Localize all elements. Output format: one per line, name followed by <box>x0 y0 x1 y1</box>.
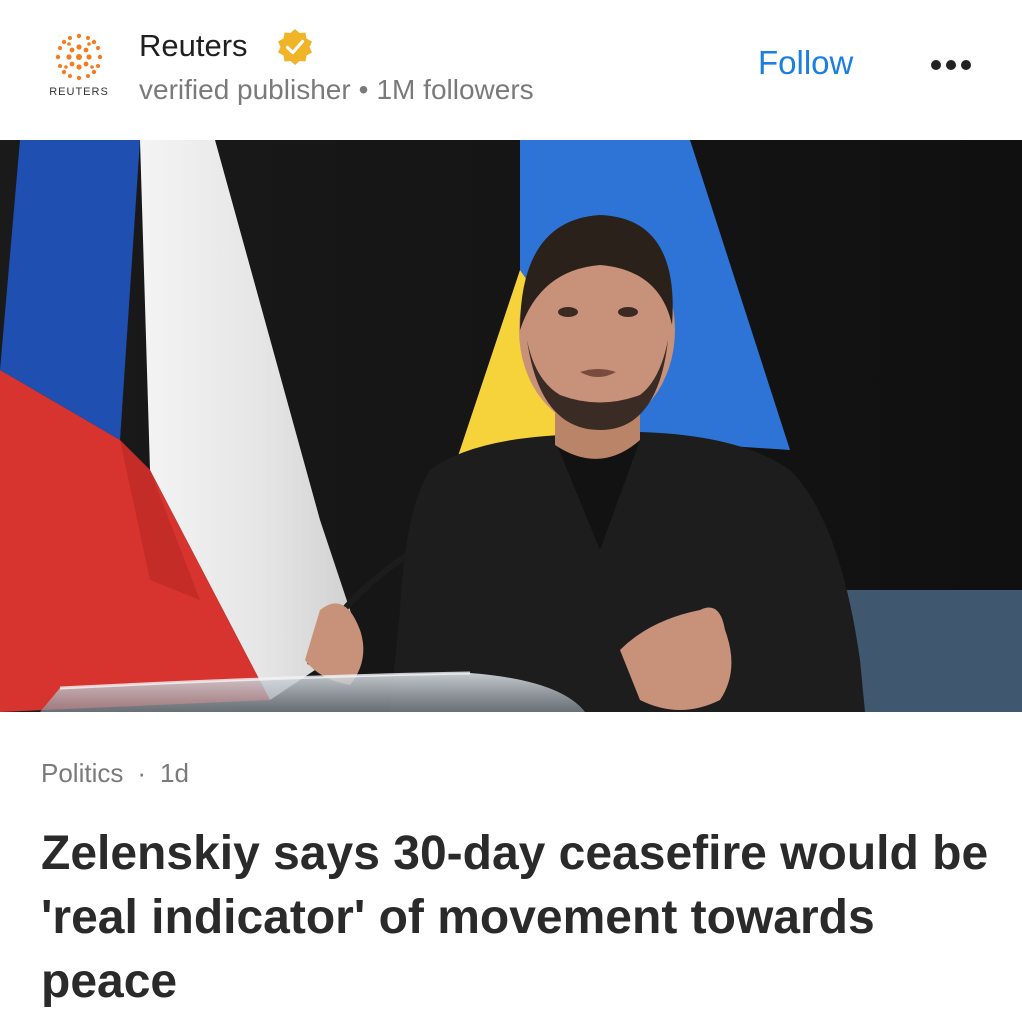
article-meta: Politics · 1d <box>41 758 189 789</box>
follow-button[interactable]: Follow <box>758 44 853 82</box>
publisher-logo[interactable]: REUTERS <box>44 30 114 102</box>
verified-check-icon <box>278 29 312 65</box>
meta-separator: · <box>137 758 147 788</box>
article-age: 1d <box>160 758 189 788</box>
publisher-subtitle: verified publisher <box>139 74 351 105</box>
publisher-header: REUTERS Reuters verified publisher • 1M fo… <box>0 0 1022 140</box>
article-photo <box>0 140 1022 712</box>
reuters-logo-icon <box>55 33 103 81</box>
meta-separator: • <box>358 74 369 105</box>
article-category[interactable]: Politics <box>41 758 123 788</box>
article-headline[interactable]: Zelenskiy says 30-day ceasefire would be… <box>41 822 991 1014</box>
follower-count: 1M followers <box>376 74 534 105</box>
publisher-meta: verified publisher • 1M followers <box>139 74 534 106</box>
more-options-icon[interactable] <box>925 52 977 80</box>
article-image[interactable] <box>0 140 1022 712</box>
logo-wordmark: REUTERS <box>49 86 109 98</box>
publisher-name[interactable]: Reuters <box>139 28 248 64</box>
